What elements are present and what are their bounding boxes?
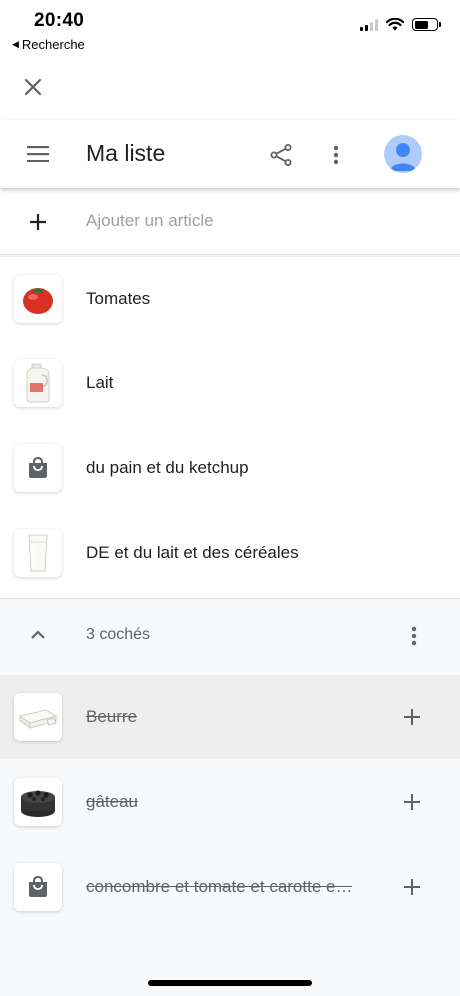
add-item-row[interactable]: Ajouter un article — [0, 190, 460, 254]
hamburger-menu-icon — [27, 146, 49, 162]
milk-jug-image — [26, 363, 50, 403]
item-thumbnail — [14, 693, 62, 741]
back-to-app-link[interactable]: ◀ Recherche — [12, 37, 85, 52]
menu-button[interactable] — [24, 142, 52, 166]
list-item[interactable]: Lait — [0, 341, 460, 425]
collapse-checked-button[interactable] — [26, 623, 50, 647]
chevron-up-icon — [31, 630, 45, 639]
page-title: Ma liste — [86, 140, 166, 166]
account-avatar-icon — [390, 143, 416, 171]
restore-item-button[interactable] — [400, 705, 424, 729]
item-label: Beurre — [86, 707, 138, 726]
battery-icon — [412, 18, 441, 31]
item-label: du pain et du ketchup — [86, 458, 249, 477]
app-bar: Ma liste — [0, 120, 460, 188]
item-thumbnail — [14, 778, 62, 826]
list-item[interactable]: du pain et du ketchup — [0, 426, 460, 510]
item-label: DE et du lait et des céréales — [86, 543, 299, 562]
plus-icon — [404, 879, 420, 895]
checked-item[interactable]: gâteau — [0, 760, 460, 844]
add-item-input[interactable]: Ajouter un article — [86, 211, 214, 231]
list-item[interactable]: Tomates — [0, 257, 460, 341]
close-icon — [24, 78, 42, 96]
more-vert-icon — [411, 626, 417, 646]
item-thumbnail — [14, 529, 62, 577]
home-indicator[interactable] — [148, 980, 312, 986]
item-thumbnail — [14, 863, 62, 911]
restore-item-button[interactable] — [400, 790, 424, 814]
status-icons — [360, 18, 441, 31]
butter-image — [18, 709, 58, 729]
share-icon — [270, 144, 292, 166]
more-vert-icon — [333, 145, 339, 165]
wifi-icon — [386, 18, 404, 31]
checked-count: 3 cochés — [86, 626, 151, 643]
account-avatar[interactable] — [384, 135, 422, 173]
share-button[interactable] — [266, 140, 296, 170]
status-time: 20:40 — [34, 10, 85, 31]
list-item[interactable]: DE et du lait et des céréales — [0, 511, 460, 595]
plus-icon — [404, 794, 420, 810]
shopping-bag-icon — [29, 456, 47, 478]
item-label: gâteau — [86, 792, 138, 811]
checked-more-button[interactable] — [402, 621, 426, 651]
item-thumbnail — [14, 359, 62, 407]
back-to-app-label: Recherche — [21, 37, 85, 52]
tomato-image — [23, 288, 53, 314]
plus-icon — [30, 214, 46, 230]
checked-item[interactable]: Beurre — [0, 675, 460, 759]
checked-header[interactable]: 3 cochés — [0, 599, 460, 671]
item-thumbnail — [14, 444, 62, 492]
plus-icon — [404, 709, 420, 725]
item-thumbnail — [14, 275, 62, 323]
item-label: Lait — [86, 373, 114, 392]
back-triangle-icon: ◀ — [12, 39, 19, 49]
shopping-bag-icon — [29, 875, 47, 897]
close-button[interactable] — [18, 72, 48, 102]
milk-glass-image — [28, 534, 48, 572]
item-label: concombre et tomate et carotte e… — [86, 877, 353, 896]
item-label: Tomates — [86, 289, 151, 308]
checked-item[interactable]: concombre et tomate et carotte e… — [0, 845, 460, 929]
more-options-button[interactable] — [324, 140, 348, 170]
chocolate-cake-image — [21, 790, 55, 817]
restore-item-button[interactable] — [400, 875, 424, 899]
add-item-button[interactable] — [26, 210, 50, 234]
cellular-signal-icon — [360, 18, 378, 31]
status-bar: 20:40 ◀ Recherche — [0, 0, 460, 56]
